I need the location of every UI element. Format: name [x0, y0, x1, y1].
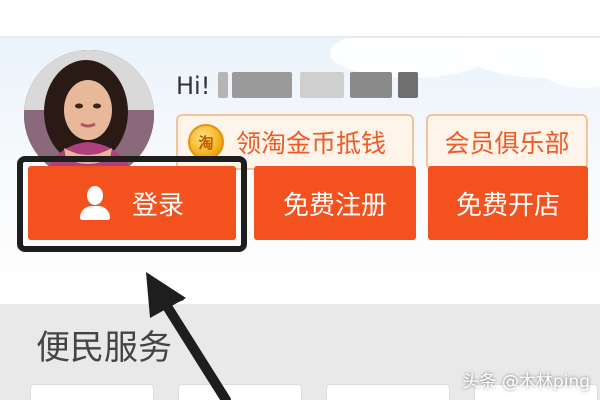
pointer-arrow [146, 272, 231, 400]
watermark: 头条 @木林ping [462, 372, 590, 392]
